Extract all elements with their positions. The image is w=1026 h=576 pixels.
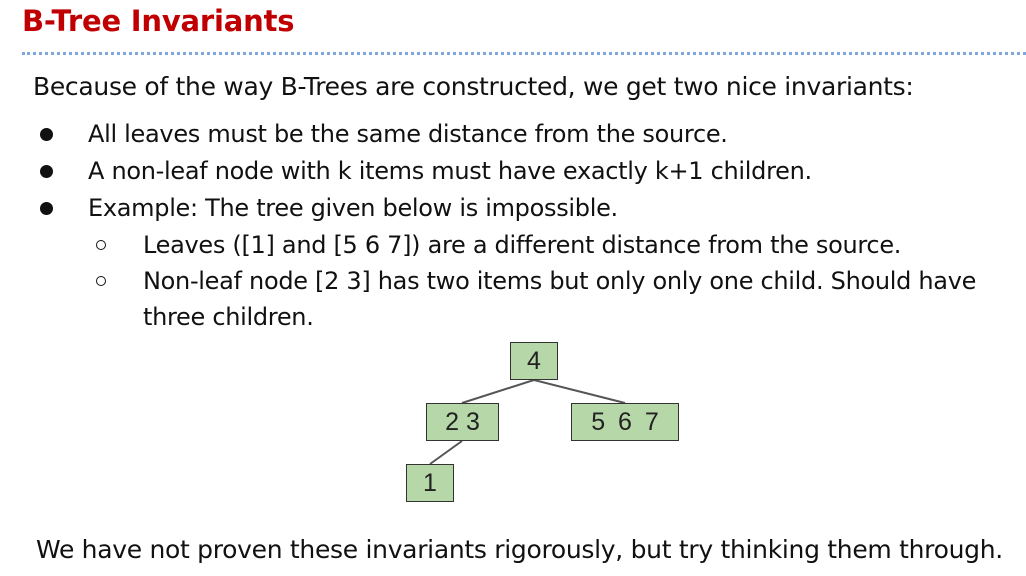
btree-diagram: 4 2 3 5 6 7 1 [0, 0, 1026, 576]
tree-edges [429, 379, 626, 465]
edge-left-leaf [429, 440, 463, 465]
edge-root-left [461, 379, 535, 404]
tree-node-leaf: 1 [406, 464, 454, 502]
edge-root-right [533, 379, 626, 404]
footer-text: We have not proven these invariants rigo… [36, 535, 1003, 564]
tree-node-right: 5 6 7 [571, 403, 679, 441]
tree-node-root: 4 [510, 342, 558, 380]
tree-node-left: 2 3 [426, 403, 499, 441]
